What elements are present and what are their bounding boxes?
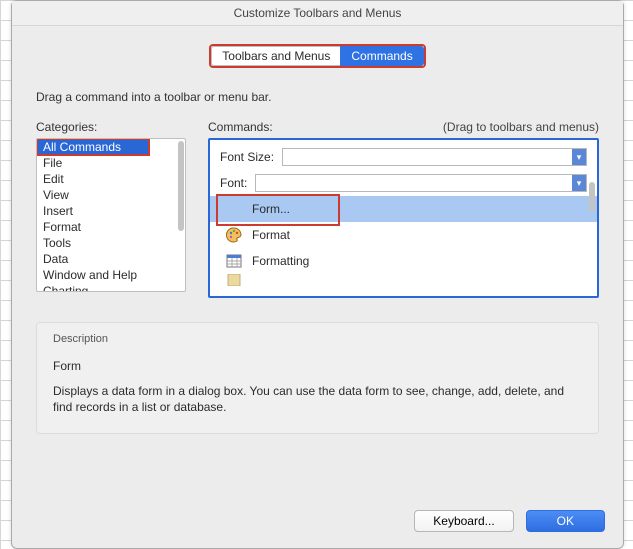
font-combo[interactable] (255, 174, 587, 192)
commands-label: Commands: (208, 120, 273, 134)
command-item-label: Formatting (252, 254, 309, 268)
instruction-text: Drag a command into a toolbar or menu ba… (36, 90, 599, 104)
command-item-formatting[interactable]: Formatting (210, 248, 597, 274)
font-size-combo[interactable] (282, 148, 587, 166)
category-item-data[interactable]: Data (37, 251, 185, 267)
commands-listbox[interactable]: Font Size: Font: Form... (208, 138, 599, 298)
command-item-label: Form... (252, 202, 290, 216)
blank-icon (226, 201, 242, 217)
description-heading: Description (53, 333, 582, 345)
command-item-form[interactable]: Form... (210, 196, 597, 222)
customize-dialog: Customize Toolbars and Menus Toolbars an… (11, 0, 624, 549)
category-item-all-commands[interactable]: All Commands (37, 139, 149, 155)
category-item-file[interactable]: File (37, 155, 185, 171)
commands-scrollbar[interactable] (589, 182, 595, 212)
dialog-footer: Keyboard... OK (12, 500, 623, 548)
category-item-format[interactable]: Format (37, 219, 185, 235)
command-item-label: Format (252, 228, 290, 242)
categories-scrollbar[interactable] (178, 141, 184, 231)
tab-commands[interactable]: Commands (340, 46, 423, 66)
command-font-size-row[interactable]: Font Size: (210, 144, 597, 170)
category-item-view[interactable]: View (37, 187, 185, 203)
category-item-charting[interactable]: Charting (37, 283, 185, 292)
category-item-window-and-help[interactable]: Window and Help (37, 267, 185, 283)
keyboard-button[interactable]: Keyboard... (414, 510, 513, 532)
command-font-row[interactable]: Font: (210, 170, 597, 196)
command-item-format[interactable]: Format (210, 222, 597, 248)
category-item-insert[interactable]: Insert (37, 203, 185, 219)
table-icon (226, 253, 242, 269)
ok-button[interactable]: OK (526, 510, 605, 532)
description-command-name: Form (53, 359, 582, 373)
category-item-tools[interactable]: Tools (37, 235, 185, 251)
dialog-title: Customize Toolbars and Menus (12, 1, 623, 26)
font-size-label: Font Size: (220, 150, 274, 164)
category-item-edit[interactable]: Edit (37, 171, 185, 187)
command-item-more[interactable] (210, 274, 597, 286)
description-text: Displays a data form in a dialog box. Yo… (53, 383, 582, 415)
tab-toolbars-and-menus[interactable]: Toolbars and Menus (211, 46, 340, 66)
font-label: Font: (220, 176, 247, 190)
commands-drag-hint: (Drag to toolbars and menus) (443, 120, 599, 134)
generic-icon (226, 274, 242, 286)
categories-listbox[interactable]: All Commands File Edit View Insert Forma… (36, 138, 186, 292)
palette-icon (226, 227, 242, 243)
description-panel: Description Form Displays a data form in… (36, 322, 599, 434)
categories-label: Categories: (36, 120, 186, 134)
tab-segmented-control: Toolbars and Menus Commands (36, 44, 599, 68)
